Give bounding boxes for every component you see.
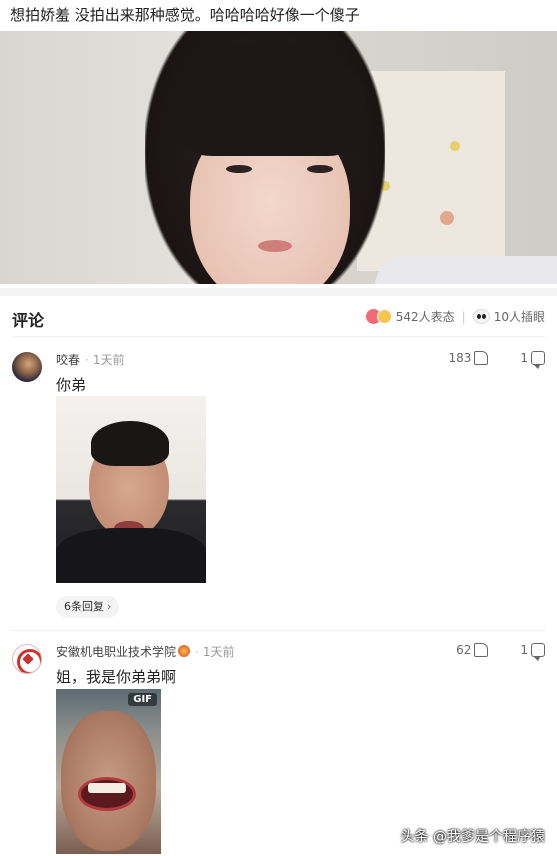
comment-gif[interactable]: GIF	[56, 689, 161, 854]
comment-item: 咬春 · 1天前 183 1 你弟 6条回复 ›	[0, 348, 557, 628]
image-subject-hair	[91, 421, 169, 466]
like-count: 183	[448, 351, 472, 365]
photo-eye-right	[307, 165, 333, 173]
header-divider	[12, 336, 545, 337]
comment-text: 姐，我是你弟弟啊	[56, 668, 177, 686]
gif-badge: GIF	[128, 693, 157, 706]
meta-dot: ·	[195, 645, 199, 659]
main-photo[interactable]	[0, 31, 557, 284]
eyes-icon	[472, 309, 490, 324]
photo-sleeve	[375, 256, 557, 284]
comment-divider	[12, 630, 545, 631]
comments-title: 评论	[12, 311, 45, 330]
post-caption: 想拍娇羞 没拍出来那种感觉。哈哈哈哈好像一个傻子	[10, 6, 360, 24]
watermark: 头条 @我爹是个程序猿	[400, 829, 545, 845]
comment-actions: 62 1	[456, 643, 545, 661]
photo-wall-dot	[440, 211, 454, 225]
badge-icon	[178, 645, 191, 657]
gif-subject-teeth	[88, 783, 126, 793]
comment-image[interactable]	[56, 396, 206, 583]
comment-meta: 安徽机电职业技术学院 · 1天前	[56, 643, 234, 660]
photo-wall-dot	[450, 141, 460, 151]
comment-item: 安徽机电职业技术学院 · 1天前 62 1 姐，我是你弟弟啊 GIF	[0, 640, 557, 856]
reactions-count: 542人表态	[395, 310, 455, 324]
like-icon[interactable]	[474, 351, 489, 365]
chevron-right-icon: ›	[107, 600, 112, 613]
comments-header: 评论 542人表态 | 10人插眼	[0, 298, 557, 336]
reply-icon[interactable]	[531, 643, 545, 661]
reply-icon[interactable]	[531, 351, 545, 369]
section-divider	[0, 288, 557, 296]
like-count: 62	[456, 643, 472, 657]
view-replies-label: 6条回复	[64, 600, 104, 613]
reactions-summary[interactable]: 542人表态 | 10人插眼	[365, 308, 545, 325]
comment-actions: 183 1	[448, 351, 545, 369]
comment-time: 1天前	[202, 645, 235, 659]
comment-text: 你弟	[56, 376, 87, 394]
photo-lips	[258, 240, 292, 252]
like-icon[interactable]	[474, 643, 489, 657]
comment-username[interactable]: 咬春	[56, 353, 80, 367]
image-subject-hood	[56, 528, 206, 583]
photo-eye-left	[226, 165, 252, 173]
photo-bangs	[175, 41, 365, 156]
emoji-reaction-icon	[376, 309, 392, 324]
avatar[interactable]	[12, 352, 42, 382]
comment-time: 1天前	[92, 353, 125, 367]
meta-dot: ·	[85, 353, 89, 367]
avatar[interactable]	[12, 644, 42, 674]
reactions-separator: |	[461, 309, 466, 324]
comment-meta: 咬春 · 1天前	[56, 351, 124, 368]
eyes-count: 10人插眼	[493, 310, 545, 324]
reply-count: 1	[520, 351, 528, 365]
view-replies-button[interactable]: 6条回复 ›	[56, 596, 120, 618]
reply-count: 1	[520, 643, 528, 657]
comment-username[interactable]: 安徽机电职业技术学院	[56, 645, 176, 659]
